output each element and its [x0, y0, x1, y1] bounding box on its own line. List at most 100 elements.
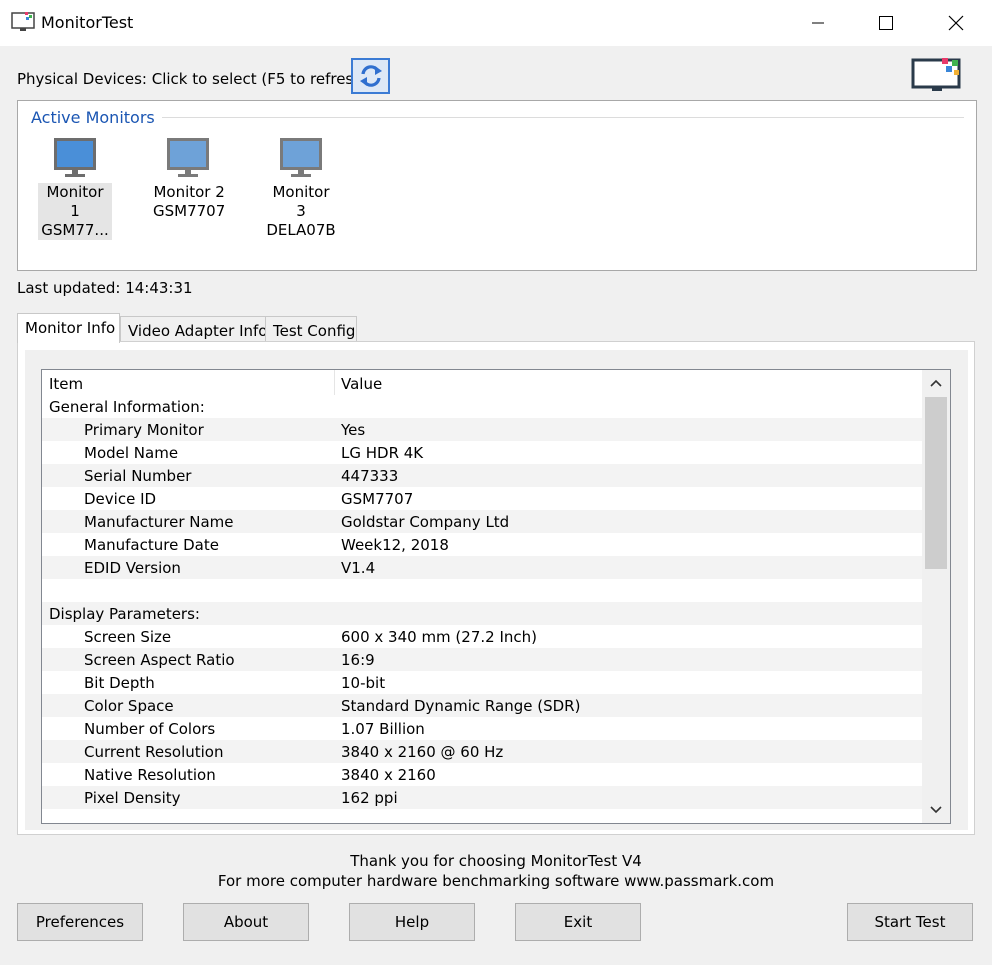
row-item: General Information:: [49, 398, 205, 416]
help-button[interactable]: Help: [349, 903, 475, 941]
row-item: Device ID: [84, 490, 157, 508]
monitor-icon: [280, 138, 322, 177]
row-value: Goldstar Company Ltd: [341, 513, 510, 531]
exit-button[interactable]: Exit: [515, 903, 641, 941]
table-row[interactable]: Color Space Standard Dynamic Range (SDR): [42, 694, 922, 717]
row-value: 3840 x 2160: [341, 766, 436, 784]
active-monitors-group: Active Monitors Monitor 1 GSM77... Monit…: [17, 100, 977, 271]
minimize-icon: [812, 22, 824, 24]
monitortest-app-icon: [11, 11, 35, 33]
table-row[interactable]: Device ID GSM7707: [42, 487, 922, 510]
chevron-down-icon: [930, 806, 942, 814]
monitor-3-name: Monitor 3: [272, 183, 330, 220]
list-rows: General Information: Primary Monitor Yes Mo…: [42, 395, 922, 809]
vertical-scrollbar[interactable]: [922, 370, 950, 823]
maximize-icon: [879, 16, 893, 30]
row-item: Display Parameters:: [49, 605, 200, 623]
row-item: Manufacturer Name: [84, 513, 234, 531]
about-button[interactable]: About: [183, 903, 309, 941]
panel-inner: Item Value General Information: Primary M…: [25, 350, 968, 830]
scroll-thumb[interactable]: [925, 397, 947, 569]
row-item: Primary Monitor: [84, 421, 204, 439]
footer-passmark: For more computer hardware benchmarking …: [217, 872, 775, 890]
chevron-up-icon: [930, 379, 942, 387]
minimize-button[interactable]: [790, 0, 846, 46]
physical-devices-label: Physical Devices: Click to select (F5 to…: [17, 70, 369, 88]
column-separator[interactable]: [334, 370, 335, 395]
tab-monitor-info[interactable]: Monitor Info: [17, 313, 120, 343]
row-value: 1.07 Billion: [341, 720, 425, 738]
monitor-2-id: GSM7707: [153, 202, 226, 220]
row-value: 162 ppi: [341, 789, 398, 807]
table-row[interactable]: Manufacturer Name Goldstar Company Ltd: [42, 510, 922, 533]
table-row[interactable]: Model Name LG HDR 4K: [42, 441, 922, 464]
group-divider: [162, 117, 964, 118]
title-bar: MonitorTest: [0, 0, 992, 46]
row-item: Serial Number: [84, 467, 192, 485]
monitor-1-id: GSM77...: [41, 221, 109, 239]
row-value: 3840 x 2160 @ 60 Hz: [341, 743, 504, 761]
monitor-icon: [167, 138, 209, 177]
row-value: LG HDR 4K: [341, 444, 424, 462]
close-button[interactable]: [928, 0, 984, 46]
row-item: Manufacture Date: [84, 536, 219, 554]
row-item: Screen Size: [84, 628, 172, 646]
table-row[interactable]: Serial Number 447333: [42, 464, 922, 487]
row-item: Pixel Density: [84, 789, 181, 807]
row-value: 447333: [341, 467, 399, 485]
start-test-button[interactable]: Start Test: [847, 903, 973, 941]
monitor-1-name: Monitor 1: [46, 183, 104, 220]
monitor-2-item[interactable]: Monitor 2 GSM7707: [151, 137, 225, 221]
table-row[interactable]: Primary Monitor Yes: [42, 418, 922, 441]
tab-video-adapter-info[interactable]: Video Adapter Info: [120, 316, 267, 342]
table-row[interactable]: Screen Size 600 x 340 mm (27.2 Inch): [42, 625, 922, 648]
table-row[interactable]: Screen Aspect Ratio 16:9: [42, 648, 922, 671]
tab-test-config[interactable]: Test Config: [265, 316, 357, 342]
column-header-item[interactable]: Item: [49, 375, 83, 393]
row-value: 10-bit: [341, 674, 386, 692]
row-item: EDID Version: [84, 559, 181, 577]
footer-thanks: Thank you for choosing MonitorTest V4: [350, 852, 642, 870]
monitor-3-id: DELA07B: [266, 221, 336, 239]
row-value: 600 x 340 mm (27.2 Inch): [341, 628, 537, 646]
table-row[interactable]: [42, 579, 922, 602]
monitor-info-panel: Item Value General Information: Primary M…: [17, 341, 975, 835]
active-monitors-title: Active Monitors: [31, 108, 155, 127]
table-row[interactable]: Bit Depth 10-bit: [42, 671, 922, 694]
table-row[interactable]: Current Resolution 3840 x 2160 @ 60 Hz: [42, 740, 922, 763]
column-header-value[interactable]: Value: [341, 375, 382, 393]
scroll-down-button[interactable]: [922, 797, 950, 823]
section-header-row[interactable]: General Information:: [42, 395, 922, 418]
table-row[interactable]: Number of Colors 1.07 Billion: [42, 717, 922, 740]
list-header: Item Value: [42, 370, 922, 395]
row-item: Current Resolution: [84, 743, 224, 761]
last-updated-text: Last updated: 14:43:31: [17, 279, 193, 297]
table-row[interactable]: Native Resolution 3840 x 2160: [42, 763, 922, 786]
row-item: Model Name: [84, 444, 179, 462]
scroll-up-button[interactable]: [922, 370, 950, 396]
row-value: GSM7707: [341, 490, 414, 508]
monitor-3-item[interactable]: Monitor 3 DELA07B: [264, 137, 338, 240]
row-item: Bit Depth: [84, 674, 155, 692]
refresh-icon: [359, 65, 382, 87]
row-item: Color Space: [84, 697, 174, 715]
row-value: Yes: [341, 421, 366, 439]
row-item: Number of Colors: [84, 720, 216, 738]
row-value: 16:9: [341, 651, 375, 669]
refresh-button[interactable]: [351, 58, 390, 94]
passmark-monitor-logo-icon: [910, 56, 964, 92]
monitor-icon: [54, 138, 96, 177]
row-value: Week12, 2018: [341, 536, 449, 554]
section-header-row[interactable]: Display Parameters:: [42, 602, 922, 625]
monitor-1-item[interactable]: Monitor 1 GSM77...: [38, 137, 112, 240]
preferences-button[interactable]: Preferences: [17, 903, 143, 941]
monitor-2-name: Monitor 2: [153, 183, 225, 201]
table-row[interactable]: Manufacture Date Week12, 2018: [42, 533, 922, 556]
table-row[interactable]: EDID Version V1.4: [42, 556, 922, 579]
row-value: V1.4: [341, 559, 376, 577]
row-value: Standard Dynamic Range (SDR): [341, 697, 581, 715]
maximize-button[interactable]: [858, 0, 914, 46]
monitor-info-list[interactable]: Item Value General Information: Primary M…: [41, 369, 951, 824]
row-item: Screen Aspect Ratio: [84, 651, 235, 669]
table-row[interactable]: Pixel Density 162 ppi: [42, 786, 922, 809]
